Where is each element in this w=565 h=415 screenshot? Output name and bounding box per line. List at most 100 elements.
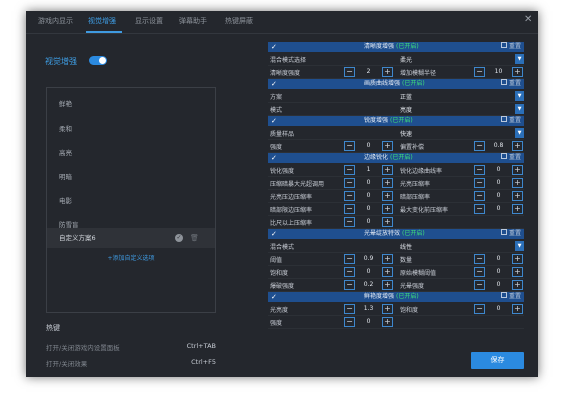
decrement-button[interactable]: − xyxy=(344,254,355,264)
stepper-value[interactable]: 0.9 xyxy=(356,254,381,264)
stepper-value[interactable]: 0 xyxy=(486,280,511,290)
decrement-button[interactable]: − xyxy=(474,141,485,151)
reset-button[interactable]: 重置 xyxy=(500,42,521,52)
hotkey-value[interactable]: Ctrl+TAB xyxy=(187,342,216,350)
decrement-button[interactable]: − xyxy=(474,165,485,175)
increment-button[interactable]: + xyxy=(382,317,393,327)
add-custom-scheme-link[interactable]: +添加自定义选项 xyxy=(47,253,215,262)
stepper-value[interactable]: 0 xyxy=(486,191,511,201)
increment-button[interactable]: + xyxy=(382,191,393,201)
decrement-button[interactable]: − xyxy=(474,267,485,277)
decrement-button[interactable]: − xyxy=(344,217,355,227)
chevron-down-icon[interactable]: ▼ xyxy=(515,104,524,114)
preset-item-selected[interactable]: 自定义方案6 ✓ 🗑 xyxy=(47,228,215,248)
increment-button[interactable]: + xyxy=(382,141,393,151)
section-enable-checkbox[interactable]: ✓ xyxy=(271,292,277,302)
dropdown-value[interactable]: 正蓝 xyxy=(400,92,412,101)
reset-button[interactable]: 重置 xyxy=(500,229,521,239)
section-enable-checkbox[interactable]: ✓ xyxy=(271,153,277,163)
stepper-value[interactable]: 0.8 xyxy=(486,141,511,151)
save-button[interactable]: 保存 xyxy=(471,352,524,369)
stepper-value[interactable]: 0 xyxy=(356,217,381,227)
stepper-value[interactable]: 0 xyxy=(356,204,381,214)
check-icon[interactable]: ✓ xyxy=(175,234,183,242)
preset-item[interactable]: 高亮 xyxy=(47,143,215,163)
decrement-button[interactable]: − xyxy=(344,191,355,201)
chevron-down-icon[interactable]: ▼ xyxy=(515,128,524,138)
stepper-value[interactable]: 0 xyxy=(356,178,381,188)
stepper-value[interactable]: 0 xyxy=(356,141,381,151)
stepper-value[interactable]: 0 xyxy=(486,304,511,314)
decrement-button[interactable]: − xyxy=(474,67,485,77)
section-enable-checkbox[interactable]: ✓ xyxy=(271,229,277,239)
increment-button[interactable]: + xyxy=(382,178,393,188)
chevron-down-icon[interactable]: ▼ xyxy=(515,91,524,101)
preset-item[interactable]: 电影 xyxy=(47,191,215,211)
reset-button[interactable]: 重置 xyxy=(500,79,521,89)
increment-button[interactable]: + xyxy=(512,267,523,277)
decrement-button[interactable]: − xyxy=(474,304,485,314)
preset-item[interactable]: 明暗 xyxy=(47,167,215,187)
increment-button[interactable]: + xyxy=(382,267,393,277)
decrement-button[interactable]: − xyxy=(474,280,485,290)
decrement-button[interactable]: − xyxy=(344,280,355,290)
increment-button[interactable]: + xyxy=(512,280,523,290)
increment-button[interactable]: + xyxy=(382,304,393,314)
stepper-value[interactable]: 0 xyxy=(486,267,511,277)
reset-button[interactable]: 重置 xyxy=(500,153,521,163)
delete-icon[interactable]: 🗑 xyxy=(190,234,199,242)
increment-button[interactable]: + xyxy=(512,191,523,201)
increment-button[interactable]: + xyxy=(512,67,523,77)
reset-button[interactable]: 重置 xyxy=(500,292,521,302)
increment-button[interactable]: + xyxy=(512,178,523,188)
section-enable-checkbox[interactable]: ✓ xyxy=(271,79,277,89)
decrement-button[interactable]: − xyxy=(344,165,355,175)
decrement-button[interactable]: − xyxy=(344,267,355,277)
stepper-value[interactable]: 1 xyxy=(356,165,381,175)
stepper-value[interactable]: 1.3 xyxy=(356,304,381,314)
dropdown-value[interactable]: 柔光 xyxy=(400,55,412,64)
section-enable-checkbox[interactable]: ✓ xyxy=(271,116,277,126)
decrement-button[interactable]: − xyxy=(344,141,355,151)
visual-enhance-toggle[interactable] xyxy=(89,56,107,65)
increment-button[interactable]: + xyxy=(512,165,523,175)
chevron-down-icon[interactable]: ▼ xyxy=(515,241,524,251)
tab-ingame-display[interactable]: 游戏内显示 xyxy=(38,16,73,26)
decrement-button[interactable]: − xyxy=(474,178,485,188)
dropdown-value[interactable]: 亮度 xyxy=(400,105,412,114)
close-icon[interactable]: ✕ xyxy=(524,14,532,25)
decrement-button[interactable]: − xyxy=(474,191,485,201)
decrement-button[interactable]: − xyxy=(344,67,355,77)
preset-item[interactable]: 鲜艳 xyxy=(47,94,215,114)
dropdown-value[interactable]: 快速 xyxy=(400,129,412,138)
chevron-down-icon[interactable]: ▼ xyxy=(515,54,524,64)
stepper-value[interactable]: 0 xyxy=(356,191,381,201)
reset-button[interactable]: 重置 xyxy=(500,116,521,126)
increment-button[interactable]: + xyxy=(512,254,523,264)
increment-button[interactable]: + xyxy=(382,204,393,214)
increment-button[interactable]: + xyxy=(382,67,393,77)
hotkey-value[interactable]: Ctrl+F5 xyxy=(191,358,216,366)
stepper-value[interactable]: 0 xyxy=(356,317,381,327)
decrement-button[interactable]: − xyxy=(474,254,485,264)
stepper-value[interactable]: 0 xyxy=(486,178,511,188)
tab-display-settings[interactable]: 显示设置 xyxy=(135,16,163,26)
tab-hotkey-block[interactable]: 热键屏蔽 xyxy=(225,16,253,26)
decrement-button[interactable]: − xyxy=(344,317,355,327)
preset-item[interactable]: 柔和 xyxy=(47,119,215,139)
decrement-button[interactable]: − xyxy=(344,178,355,188)
increment-button[interactable]: + xyxy=(382,280,393,290)
stepper-value[interactable]: 0 xyxy=(486,204,511,214)
stepper-value[interactable]: 10 xyxy=(486,67,511,77)
increment-button[interactable]: + xyxy=(512,141,523,151)
increment-button[interactable]: + xyxy=(512,304,523,314)
stepper-value[interactable]: 0.2 xyxy=(356,280,381,290)
stepper-value[interactable]: 0 xyxy=(356,267,381,277)
stepper-value[interactable]: 0 xyxy=(486,165,511,175)
decrement-button[interactable]: − xyxy=(474,204,485,214)
decrement-button[interactable]: − xyxy=(344,204,355,214)
section-enable-checkbox[interactable]: ✓ xyxy=(271,42,277,52)
dropdown-value[interactable]: 线性 xyxy=(400,242,412,251)
increment-button[interactable]: + xyxy=(382,254,393,264)
decrement-button[interactable]: − xyxy=(344,304,355,314)
